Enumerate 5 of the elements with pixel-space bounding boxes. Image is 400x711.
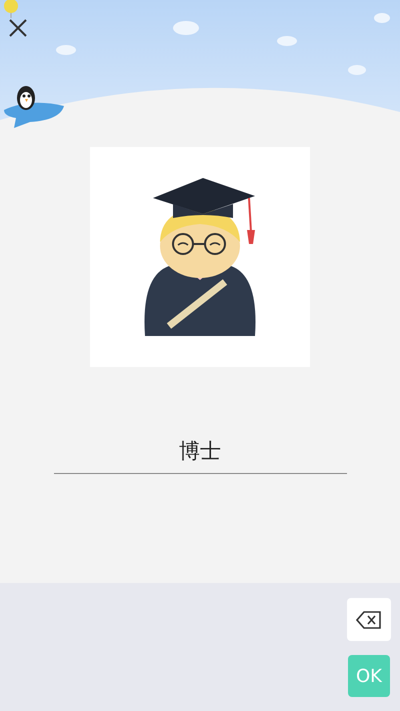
backspace-icon [356,610,382,628]
answer-field[interactable]: 博士 [54,437,346,474]
close-icon [9,19,27,37]
backspace-button[interactable] [347,598,391,641]
balloon-icon [4,0,18,18]
